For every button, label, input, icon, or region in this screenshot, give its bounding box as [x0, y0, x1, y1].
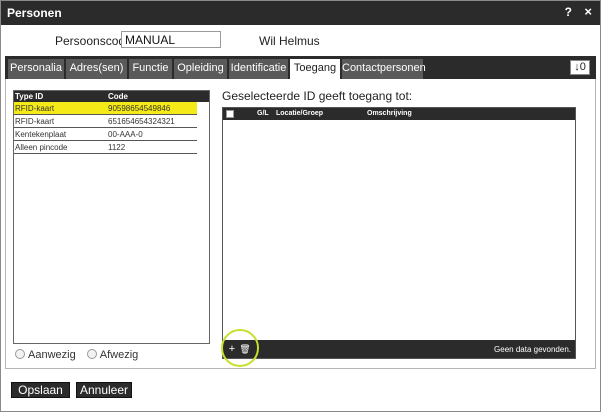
- header-gl: G/L: [257, 110, 269, 117]
- tab-bar: Personalia Adres(sen) Functie Opleiding …: [5, 56, 596, 79]
- table-row[interactable]: Kentekenplaat 00-AAA-0: [14, 128, 197, 141]
- tab-identificatie[interactable]: Identificatie: [229, 59, 289, 79]
- cell-type: Kentekenplaat: [15, 130, 67, 139]
- absent-radio[interactable]: [86, 349, 97, 359]
- id-table: Type ID Code RFID-kaart 90598654549846 R…: [13, 90, 210, 344]
- id-table-header: Type ID Code: [14, 91, 209, 102]
- add-icon[interactable]: +: [226, 343, 238, 355]
- empty-status: Geen data gevonden.: [494, 345, 571, 354]
- tab-toegang[interactable]: Toegang: [290, 59, 341, 79]
- absent-label: Afwezig: [99, 349, 139, 361]
- cancel-button[interactable]: Annuleer: [76, 382, 132, 398]
- table-row[interactable]: RFID-kaart 90598654549846: [14, 102, 197, 115]
- present-radio[interactable]: [15, 349, 25, 359]
- cell-type: Alleen pincode: [15, 143, 68, 152]
- title-bar: Personen ? ×: [1, 1, 600, 25]
- table-row[interactable]: Alleen pincode 1122: [14, 141, 197, 154]
- header-location: Locatie/Groep: [276, 110, 324, 117]
- cell-type: RFID-kaart: [15, 117, 55, 126]
- present-label: Aanwezig: [28, 349, 76, 361]
- save-button[interactable]: Opslaan: [11, 382, 70, 398]
- tab-opleiding[interactable]: Opleiding: [174, 59, 228, 79]
- help-icon[interactable]: ?: [565, 5, 572, 19]
- cell-type: RFID-kaart: [15, 104, 55, 113]
- access-grid-footer: + 🗑 Geen data gevonden.: [223, 340, 575, 358]
- close-icon[interactable]: ×: [584, 4, 592, 19]
- access-title: Geselecteerde ID geeft toegang tot:: [222, 89, 413, 103]
- tab-functie[interactable]: Functie: [129, 59, 173, 79]
- tab-personalia[interactable]: Personalia: [8, 59, 65, 79]
- tab-contactpersonen[interactable]: Contactpersonen: [342, 59, 426, 79]
- person-name: Wil Helmus: [259, 34, 320, 48]
- header-code: Code: [108, 92, 128, 101]
- personen-dialog: Personen ? × Persoonscode: Wil Helmus Pe…: [0, 0, 601, 412]
- window-title: Personen: [7, 6, 62, 20]
- cell-code: 651654654324321: [108, 117, 175, 126]
- table-row[interactable]: RFID-kaart 651654654324321: [14, 115, 197, 128]
- select-all-checkbox[interactable]: [226, 110, 234, 118]
- access-grid: G/L Locatie/Groep Omschrijving + 🗑 Geen …: [222, 107, 576, 359]
- cell-code: 00-AAA-0: [108, 130, 143, 139]
- cell-code: 1122: [108, 143, 126, 152]
- presence-filter: Aanwezig Afwezig: [15, 349, 146, 361]
- cell-code: 90598654549846: [108, 104, 171, 113]
- header-type-id: Type ID: [15, 92, 44, 101]
- trash-icon[interactable]: 🗑: [239, 343, 251, 355]
- access-grid-header: G/L Locatie/Groep Omschrijving: [223, 108, 575, 120]
- sort-count-badge[interactable]: ↓0: [570, 60, 590, 75]
- person-code-input[interactable]: [121, 31, 221, 48]
- tab-adressen[interactable]: Adres(sen): [66, 59, 128, 79]
- header-description: Omschrijving: [367, 110, 412, 117]
